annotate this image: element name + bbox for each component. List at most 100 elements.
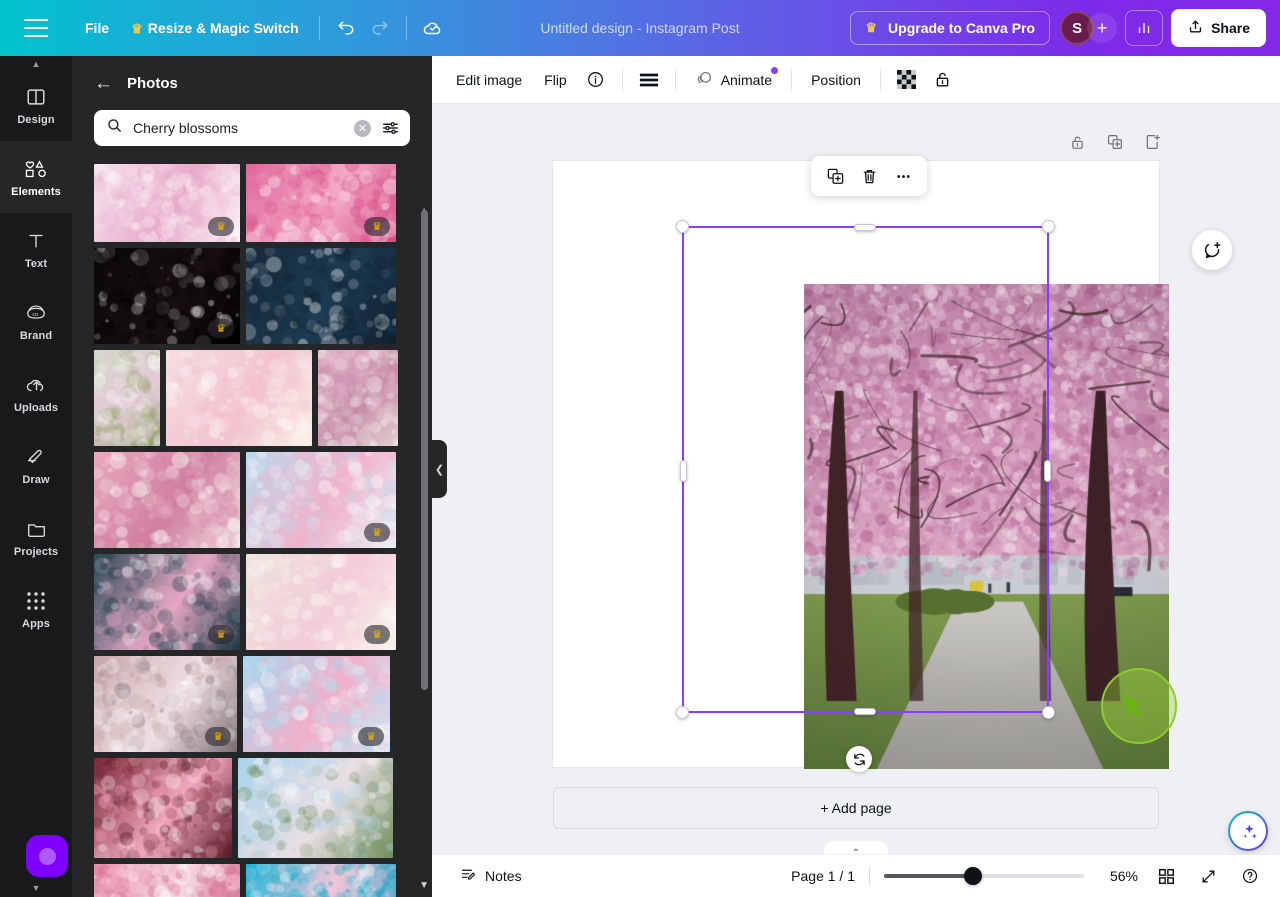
- undo-icon[interactable]: [329, 11, 363, 45]
- collapse-panel-button[interactable]: ❮: [432, 440, 447, 498]
- rotate-handle-icon[interactable]: [846, 746, 872, 772]
- photo-thumbnail[interactable]: ♛: [246, 164, 396, 242]
- duplicate-page-icon[interactable]: [1102, 129, 1128, 155]
- edit-image-button[interactable]: Edit image: [446, 65, 532, 95]
- add-comment-icon[interactable]: [1192, 230, 1232, 270]
- info-circle-icon[interactable]: [579, 63, 613, 97]
- rail-scroll-up-icon[interactable]: ▲: [0, 56, 72, 69]
- share-upload-icon: [1187, 18, 1204, 38]
- back-arrow-icon[interactable]: ←: [94, 74, 113, 93]
- photo-thumbnail[interactable]: ♛: [94, 554, 240, 650]
- photos-grid-row: ♛: [94, 248, 410, 344]
- transparency-checker-icon[interactable]: [890, 63, 924, 97]
- share-button[interactable]: Share: [1171, 9, 1266, 47]
- rail-scroll-down-icon[interactable]: ▼: [0, 883, 72, 893]
- search-box[interactable]: ✕: [94, 110, 410, 146]
- photos-panel-header: ← Photos: [72, 56, 432, 110]
- divider: [405, 16, 407, 40]
- photo-thumbnail[interactable]: [94, 452, 240, 548]
- filter-sliders-icon[interactable]: [381, 119, 400, 137]
- expand-pages-chevron[interactable]: ⌃: [824, 841, 888, 854]
- design-page[interactable]: [553, 161, 1169, 769]
- photo-thumbnail-image: [94, 452, 240, 548]
- photo-thumbnail[interactable]: [94, 350, 160, 446]
- photo-thumbnail[interactable]: ♛: [246, 452, 396, 548]
- resize-magic-switch-button[interactable]: ♛ Resize & Magic Switch: [120, 13, 310, 44]
- photo-thumbnail[interactable]: ♛: [94, 164, 240, 242]
- photo-thumbnail[interactable]: ♛: [94, 248, 240, 344]
- sidebar-item-apps[interactable]: Apps: [0, 573, 72, 645]
- record-button[interactable]: [26, 835, 68, 877]
- sidebar-item-draw[interactable]: Draw: [0, 429, 72, 501]
- photo-thumbnail[interactable]: [238, 758, 393, 858]
- animate-button[interactable]: Animate: [685, 62, 782, 98]
- photo-thumbnail[interactable]: ♛: [243, 656, 390, 752]
- sidebar-item-design[interactable]: Design: [0, 69, 72, 141]
- sidebar-item-elements[interactable]: Elements: [0, 141, 72, 213]
- zoom-fill: [884, 874, 972, 878]
- zoom-percent-label[interactable]: 56%: [1098, 868, 1138, 884]
- lock-page-icon[interactable]: [1064, 129, 1090, 155]
- photo-thumbnail-image: [246, 248, 396, 344]
- animate-icon: [695, 69, 714, 91]
- photo-thumbnail[interactable]: [94, 864, 240, 897]
- sidebar-item-uploads[interactable]: Uploads: [0, 357, 72, 429]
- flip-button[interactable]: Flip: [534, 65, 577, 95]
- photo-thumbnail[interactable]: [246, 864, 396, 897]
- search-icon: [106, 117, 123, 139]
- hamburger-menu-icon[interactable]: [24, 19, 48, 37]
- photo-thumbnail[interactable]: [166, 350, 312, 446]
- sidebar-item-text[interactable]: Text: [0, 213, 72, 285]
- text-lines-icon[interactable]: [632, 63, 666, 97]
- invite-members-button[interactable]: +: [1087, 13, 1118, 43]
- photo-thumbnail[interactable]: [94, 758, 232, 858]
- help-question-icon[interactable]: [1236, 862, 1264, 890]
- canvas-area[interactable]: + Add page ⌃: [432, 104, 1280, 854]
- redo-icon[interactable]: [363, 11, 397, 45]
- photos-grid-row: [94, 864, 410, 897]
- photo-thumbnail[interactable]: [318, 350, 398, 446]
- zoom-slider[interactable]: [884, 866, 1084, 886]
- sidebar-item-projects[interactable]: Projects: [0, 501, 72, 573]
- page-count-label[interactable]: Page 1 / 1: [791, 868, 855, 884]
- lock-open-icon[interactable]: [926, 63, 960, 97]
- search-input[interactable]: [133, 120, 344, 136]
- grid-scroll-down-icon[interactable]: ▼: [419, 880, 429, 891]
- photo-thumbnail[interactable]: [246, 248, 396, 344]
- clear-x-icon[interactable]: ✕: [354, 119, 371, 137]
- cherry-blossom-photo[interactable]: [804, 284, 1169, 769]
- magic-studio-sparkle-icon[interactable]: [1228, 811, 1268, 851]
- position-button[interactable]: Position: [801, 65, 871, 95]
- photo-thumbnail[interactable]: ♛: [94, 656, 237, 752]
- file-menu-button[interactable]: File: [74, 13, 120, 43]
- canva-editor-window: File ♛ Resize & Magic Switch Untitled des…: [0, 0, 1280, 897]
- duplicate-element-button[interactable]: [820, 161, 850, 191]
- apps-grid-icon: [26, 589, 46, 613]
- svg-text:co: co: [32, 311, 38, 317]
- animate-label: Animate: [720, 71, 773, 88]
- upgrade-label: Upgrade to Canva Pro: [888, 20, 1036, 36]
- photo-thumbnail[interactable]: ♛: [246, 554, 396, 650]
- zoom-knob[interactable]: [964, 867, 982, 885]
- add-page-icon[interactable]: [1140, 129, 1166, 155]
- grid-view-icon[interactable]: [1152, 862, 1180, 890]
- sidebar-label: Brand: [19, 329, 53, 342]
- photo-thumbnail-image: [94, 350, 160, 446]
- add-page-button[interactable]: + Add page: [553, 787, 1159, 829]
- document-title[interactable]: Untitled design - Instagram Post: [530, 14, 749, 42]
- photo-thumbnail-image: [94, 864, 240, 897]
- cloud-saved-icon[interactable]: [416, 11, 450, 45]
- more-options-button[interactable]: [888, 161, 918, 191]
- text-t-icon: [25, 229, 47, 253]
- delete-element-button[interactable]: [854, 161, 884, 191]
- fullscreen-expand-icon[interactable]: [1194, 862, 1222, 890]
- notes-button[interactable]: Notes: [452, 860, 530, 892]
- upgrade-to-pro-button[interactable]: ♛ Upgrade to Canva Pro: [850, 11, 1051, 45]
- divider: [621, 68, 623, 91]
- account-group: S +: [1060, 11, 1118, 45]
- photos-scrollbar[interactable]: [421, 210, 428, 690]
- premium-crown-icon: ♛: [364, 217, 390, 236]
- insights-bar-chart-icon[interactable]: [1125, 10, 1164, 46]
- sidebar-item-brand[interactable]: co Brand: [0, 285, 72, 357]
- resize-label: Resize & Magic Switch: [147, 19, 299, 36]
